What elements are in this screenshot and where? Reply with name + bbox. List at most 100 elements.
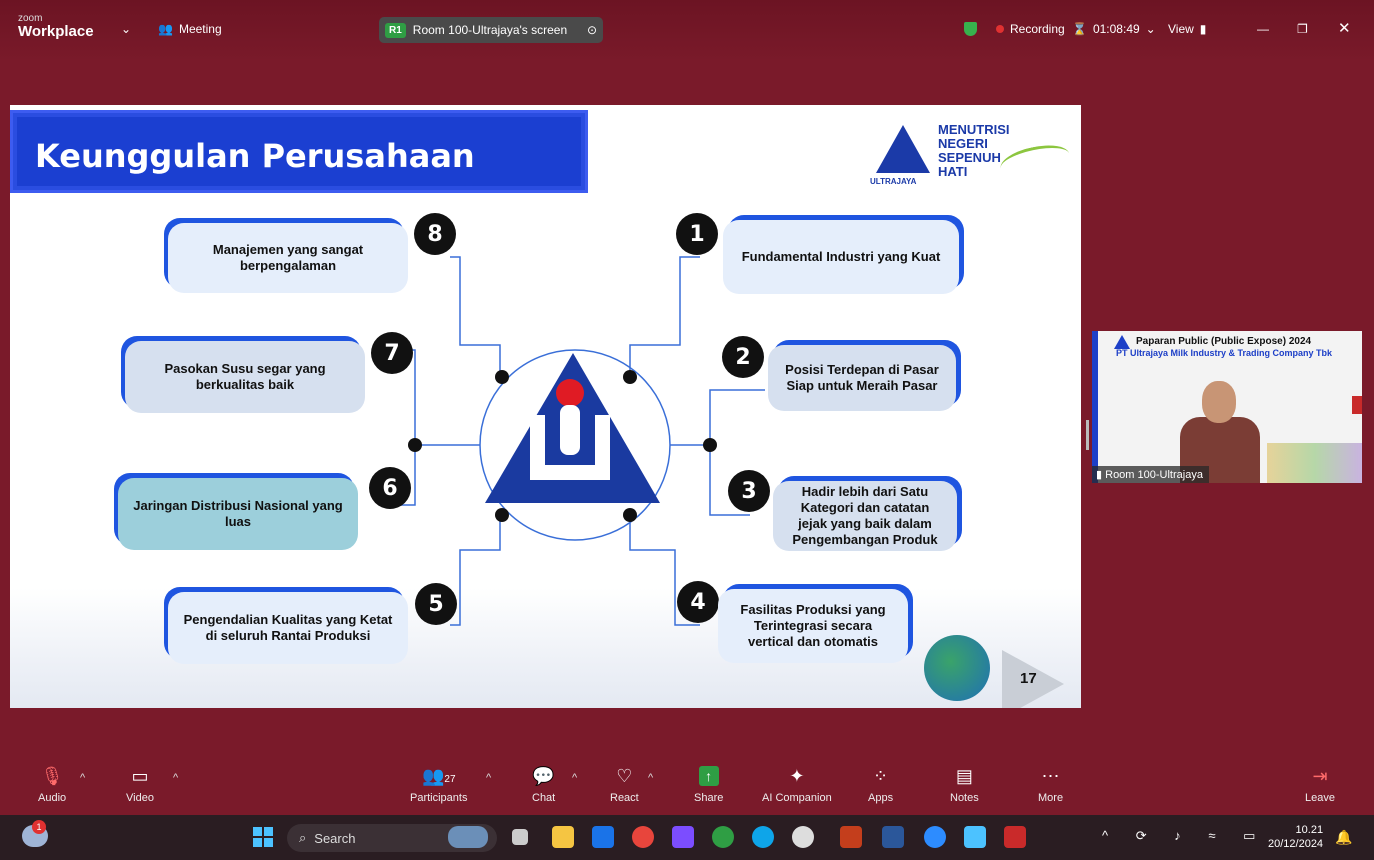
close-button[interactable]: ✕ <box>1338 19 1351 37</box>
video-off-icon: ▭ <box>131 766 149 786</box>
number-badge-6: 6 <box>369 467 411 509</box>
react-options-caret[interactable]: ^ <box>648 772 653 784</box>
app-circle-icon[interactable] <box>792 826 814 848</box>
notes-label: Notes <box>950 792 979 804</box>
connector-dot <box>623 508 637 522</box>
ai-companion-button[interactable]: ✦ AI Companion <box>762 766 832 804</box>
notes-button[interactable]: ▤ Notes <box>950 766 979 804</box>
video-options-caret[interactable]: ^ <box>173 772 178 784</box>
recording-label: Recording <box>1010 22 1065 36</box>
central-logo-dot <box>556 379 584 407</box>
video-label: Video <box>126 792 154 804</box>
audio-options-caret[interactable]: ^ <box>80 772 85 784</box>
system-tray-icons[interactable]: ^ ⟳ ♪ ≈ ▭ <box>1102 828 1267 844</box>
sparkle-icon: ✦ <box>789 766 805 786</box>
copilot-icon[interactable] <box>672 826 694 848</box>
share-button[interactable]: ↑ Share <box>694 766 723 804</box>
clock-time: 10.21 <box>1295 824 1324 836</box>
globe-illustration-icon <box>924 635 990 701</box>
presenter-head <box>1202 381 1236 423</box>
notes-icon: ▤ <box>955 766 973 786</box>
microphone-muted-icon: 🎙 <box>40 766 64 786</box>
widget-icon[interactable] <box>448 826 488 848</box>
meeting-label: Meeting <box>178 22 222 36</box>
apps-button[interactable]: ⁘ Apps <box>868 766 893 804</box>
minimize-button[interactable]: — <box>1257 22 1269 36</box>
number-badge-2: 2 <box>722 336 764 378</box>
participant-name: Room 100-Ultrajaya <box>1105 469 1203 481</box>
participants-button[interactable]: 👥27 Participants <box>410 766 467 804</box>
people-icon: 👥 <box>158 22 173 36</box>
meeting-timer[interactable]: ⌛ 01:08:49 ⌄ <box>1072 22 1156 36</box>
view-button[interactable]: View ▮ <box>1168 22 1206 36</box>
feature-box-7: Pasokan Susu segar yang berkualitas baik <box>125 341 365 413</box>
screen-label: Room 100-Ultrajaya's screen <box>412 23 568 37</box>
timer-value: 01:08:49 <box>1092 22 1140 36</box>
participants-options-caret[interactable]: ^ <box>486 772 491 784</box>
feature-box-6: Jaringan Distribusi Nasional yang luas <box>118 478 358 550</box>
heart-icon: ♡ <box>616 766 633 786</box>
windows-taskbar: 1 ⌕ Search ^ ⟳ ♪ ≈ ▭ 10.21 20/12/2024 🔔 <box>0 815 1374 860</box>
zoom-brand: zoom Workplace <box>18 14 94 40</box>
taskbar-clock[interactable]: 10.21 20/12/2024 <box>1268 823 1323 851</box>
react-label: React <box>610 792 639 804</box>
feature-box-8: Manajemen yang sangat berpengalaman <box>168 223 408 293</box>
notification-bell-icon[interactable]: 🔔 <box>1335 829 1352 846</box>
room-badge: R1 <box>385 22 406 38</box>
recording-dot-icon <box>996 25 1004 33</box>
connector-dot <box>495 370 509 384</box>
shared-slide: Keunggulan Perusahaan ULTRAJAYA MENUTRIS… <box>10 105 1081 708</box>
chat-options-caret[interactable]: ^ <box>572 772 577 784</box>
apps-icon: ⁘ <box>872 766 889 786</box>
shared-screen-pill[interactable]: R1 Room 100-Ultrajaya's screen ⊙ <box>379 17 603 43</box>
connector-dot <box>408 438 422 452</box>
zoom-icon[interactable] <box>924 826 946 848</box>
chevron-down-icon: ⌄ <box>1145 22 1156 36</box>
feature-box-2: Posisi Terdepan di Pasar Siap untuk Mera… <box>768 345 956 411</box>
clock-date: 20/12/2024 <box>1268 838 1324 850</box>
weather-badge: 1 <box>32 820 46 834</box>
notepad-icon[interactable] <box>964 826 986 848</box>
restore-button[interactable]: ❐ <box>1297 22 1308 36</box>
powerpoint-icon[interactable] <box>840 826 862 848</box>
audio-button[interactable]: 🎙 Audio <box>38 766 66 804</box>
view-label: View <box>1168 22 1194 36</box>
slide-page-number: 17 <box>1020 670 1037 687</box>
react-button[interactable]: ♡ React <box>610 766 639 804</box>
video-button[interactable]: ▭ Video <box>126 766 154 804</box>
edge-icon[interactable] <box>752 826 774 848</box>
more-button[interactable]: ⋯ More <box>1038 766 1063 804</box>
participant-video-tile[interactable]: Paparan Public (Public Expose) 2024 PT U… <box>1092 331 1362 483</box>
more-label: More <box>1038 792 1064 804</box>
number-badge-4: 4 <box>677 581 719 623</box>
leave-button[interactable]: ⇥ Leave <box>1305 766 1335 804</box>
word-icon[interactable] <box>882 826 904 848</box>
feature-box-1: Fundamental Industri yang Kuat <box>723 220 959 294</box>
recording-indicator[interactable]: Recording <box>996 22 1065 36</box>
snipping-tool-icon[interactable] <box>1004 826 1026 848</box>
feature-box-3: Hadir lebih dari Satu Kategori dan catat… <box>773 481 957 551</box>
chevron-down-icon[interactable]: ⌄ <box>121 22 131 36</box>
security-shield-icon[interactable] <box>964 22 977 36</box>
leave-icon: ⇥ <box>1312 766 1328 786</box>
number-badge-5: 5 <box>415 583 457 625</box>
number-badge-3: 3 <box>728 470 770 512</box>
chrome-icon[interactable] <box>632 826 654 848</box>
products-display <box>1267 443 1362 483</box>
chat-button[interactable]: 💬 Chat <box>532 766 555 804</box>
more-options-icon[interactable]: ⊙ <box>587 23 597 37</box>
meeting-menu[interactable]: 👥 Meeting <box>158 22 222 36</box>
audio-label: Audio <box>38 792 67 804</box>
resize-handle[interactable] <box>1086 420 1089 450</box>
weather-widget-icon[interactable]: 1 <box>22 820 48 847</box>
share-label: Share <box>694 792 724 804</box>
whatsapp-icon[interactable] <box>712 826 734 848</box>
feature-box-4: Fasilitas Produksi yang Terintegrasi sec… <box>718 589 908 663</box>
leave-label: Leave <box>1305 792 1335 804</box>
outlook-icon[interactable] <box>592 826 614 848</box>
task-view-icon[interactable] <box>512 829 528 845</box>
windows-start-icon[interactable] <box>253 827 273 847</box>
file-explorer-icon[interactable] <box>552 826 574 848</box>
hourglass-icon: ⌛ <box>1072 22 1087 36</box>
ai-companion-label: AI Companion <box>762 792 832 804</box>
